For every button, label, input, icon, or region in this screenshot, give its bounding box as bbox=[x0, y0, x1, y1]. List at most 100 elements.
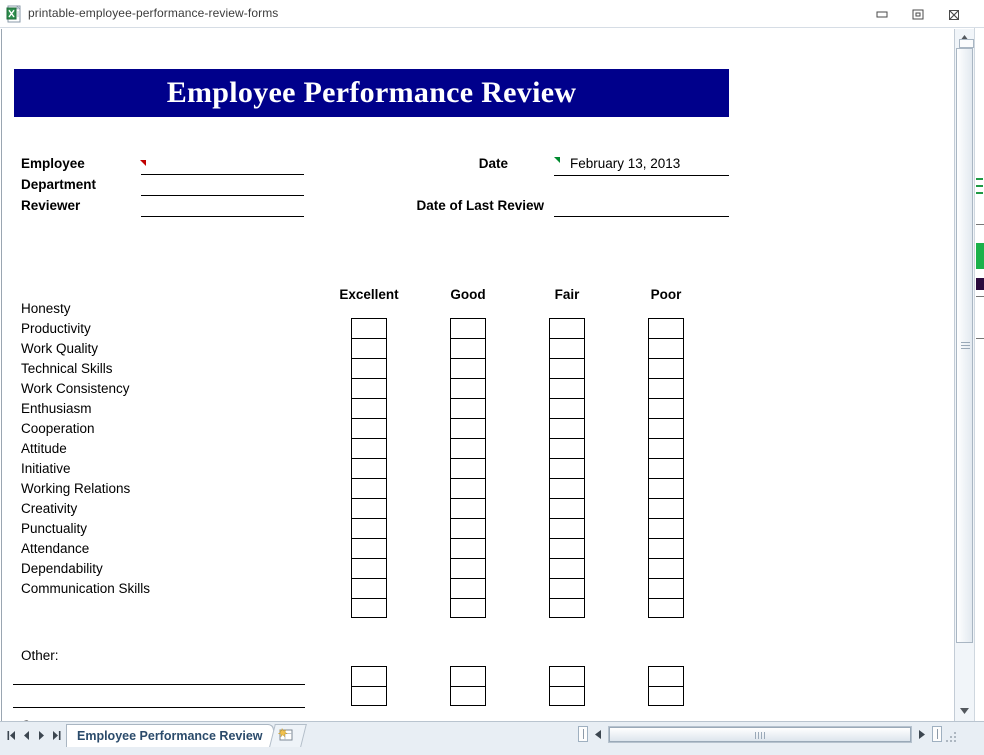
reviewer-input[interactable] bbox=[141, 216, 304, 217]
rating-checkbox[interactable] bbox=[451, 599, 485, 619]
rating-checkbox[interactable] bbox=[451, 459, 485, 479]
sheet-tab-employee-performance-review[interactable]: Employee Performance Review bbox=[66, 724, 274, 747]
horizontal-scrollbar[interactable] bbox=[578, 725, 960, 744]
rating-checkbox[interactable] bbox=[352, 579, 386, 599]
rating-checkbox[interactable] bbox=[649, 499, 683, 519]
close-button[interactable] bbox=[940, 4, 968, 24]
other-rating-column-good[interactable] bbox=[450, 666, 486, 706]
split-pane-handle-left[interactable] bbox=[578, 726, 588, 742]
rating-checkbox[interactable] bbox=[649, 519, 683, 539]
rating-checkbox[interactable] bbox=[649, 459, 683, 479]
rating-checkbox[interactable] bbox=[352, 359, 386, 379]
other-rating-column-fair[interactable] bbox=[549, 666, 585, 706]
next-sheet-icon[interactable] bbox=[35, 728, 48, 743]
rating-checkbox[interactable] bbox=[352, 399, 386, 419]
vertical-scrollbar[interactable] bbox=[954, 29, 974, 721]
rating-checkbox[interactable] bbox=[550, 459, 584, 479]
insert-worksheet-icon[interactable] bbox=[276, 727, 296, 743]
other-rating-column-excellent[interactable] bbox=[351, 666, 387, 706]
rating-checkbox[interactable] bbox=[649, 479, 683, 499]
rating-checkbox[interactable] bbox=[649, 379, 683, 399]
rating-checkbox[interactable] bbox=[451, 319, 485, 339]
rating-checkbox[interactable] bbox=[649, 399, 683, 419]
split-pane-handle[interactable] bbox=[959, 39, 974, 48]
rating-checkbox[interactable] bbox=[352, 559, 386, 579]
rating-checkbox[interactable] bbox=[352, 519, 386, 539]
rating-checkbox[interactable] bbox=[550, 479, 584, 499]
rating-checkbox[interactable] bbox=[352, 379, 386, 399]
rating-checkbox[interactable] bbox=[649, 687, 683, 707]
rating-checkbox[interactable] bbox=[451, 667, 485, 687]
rating-column-fair[interactable] bbox=[549, 318, 585, 618]
rating-checkbox[interactable] bbox=[451, 579, 485, 599]
rating-checkbox[interactable] bbox=[451, 419, 485, 439]
horizontal-scrollbar-track[interactable] bbox=[608, 726, 912, 743]
department-input[interactable] bbox=[141, 195, 304, 196]
rating-checkbox[interactable] bbox=[352, 459, 386, 479]
rating-checkbox[interactable] bbox=[550, 379, 584, 399]
employee-input[interactable] bbox=[141, 174, 304, 175]
rating-checkbox[interactable] bbox=[649, 667, 683, 687]
previous-sheet-icon[interactable] bbox=[20, 728, 33, 743]
rating-checkbox[interactable] bbox=[451, 379, 485, 399]
rating-checkbox[interactable] bbox=[451, 399, 485, 419]
rating-column-good[interactable] bbox=[450, 318, 486, 618]
first-sheet-icon[interactable] bbox=[5, 728, 18, 743]
rating-column-poor[interactable] bbox=[648, 318, 684, 618]
rating-checkbox[interactable] bbox=[451, 339, 485, 359]
last-sheet-icon[interactable] bbox=[50, 728, 63, 743]
rating-checkbox[interactable] bbox=[649, 599, 683, 619]
other-input-line-1[interactable] bbox=[13, 684, 305, 685]
rating-checkbox[interactable] bbox=[550, 667, 584, 687]
maximize-button[interactable] bbox=[904, 4, 932, 24]
rating-checkbox[interactable] bbox=[550, 687, 584, 707]
rating-checkbox[interactable] bbox=[550, 319, 584, 339]
rating-checkbox[interactable] bbox=[451, 559, 485, 579]
rating-checkbox[interactable] bbox=[451, 519, 485, 539]
rating-checkbox[interactable] bbox=[352, 599, 386, 619]
rating-checkbox[interactable] bbox=[649, 579, 683, 599]
rating-checkbox[interactable] bbox=[352, 687, 386, 707]
rating-column-excellent[interactable] bbox=[351, 318, 387, 618]
rating-checkbox[interactable] bbox=[550, 359, 584, 379]
rating-checkbox[interactable] bbox=[550, 399, 584, 419]
rating-checkbox[interactable] bbox=[649, 439, 683, 459]
horizontal-scrollbar-thumb[interactable] bbox=[609, 727, 911, 742]
date-input[interactable] bbox=[554, 175, 729, 176]
other-input-line-2[interactable] bbox=[13, 707, 305, 708]
rating-checkbox[interactable] bbox=[352, 319, 386, 339]
rating-checkbox[interactable] bbox=[352, 539, 386, 559]
rating-checkbox[interactable] bbox=[451, 499, 485, 519]
other-rating-column-poor[interactable] bbox=[648, 666, 684, 706]
rating-checkbox[interactable] bbox=[352, 667, 386, 687]
rating-checkbox[interactable] bbox=[649, 339, 683, 359]
scroll-right-icon[interactable] bbox=[914, 726, 930, 742]
rating-checkbox[interactable] bbox=[550, 519, 584, 539]
minimize-button[interactable] bbox=[868, 4, 896, 24]
date-of-last-review-input[interactable] bbox=[554, 216, 729, 217]
worksheet-canvas[interactable]: Employee Performance Review Employee Dep… bbox=[1, 29, 954, 721]
rating-checkbox[interactable] bbox=[550, 499, 584, 519]
split-pane-handle-right[interactable] bbox=[932, 726, 942, 742]
rating-checkbox[interactable] bbox=[550, 539, 584, 559]
rating-checkbox[interactable] bbox=[352, 479, 386, 499]
rating-checkbox[interactable] bbox=[649, 319, 683, 339]
resize-grip-icon[interactable] bbox=[946, 729, 958, 742]
rating-checkbox[interactable] bbox=[649, 539, 683, 559]
rating-checkbox[interactable] bbox=[550, 419, 584, 439]
rating-checkbox[interactable] bbox=[550, 599, 584, 619]
rating-checkbox[interactable] bbox=[352, 439, 386, 459]
rating-checkbox[interactable] bbox=[352, 419, 386, 439]
rating-checkbox[interactable] bbox=[352, 499, 386, 519]
rating-checkbox[interactable] bbox=[451, 439, 485, 459]
vertical-scrollbar-thumb[interactable] bbox=[956, 39, 974, 643]
rating-checkbox[interactable] bbox=[352, 339, 386, 359]
rating-checkbox[interactable] bbox=[550, 439, 584, 459]
rating-checkbox[interactable] bbox=[451, 479, 485, 499]
scroll-left-icon[interactable] bbox=[590, 726, 606, 742]
rating-checkbox[interactable] bbox=[649, 419, 683, 439]
rating-checkbox[interactable] bbox=[550, 339, 584, 359]
rating-checkbox[interactable] bbox=[550, 559, 584, 579]
rating-checkbox[interactable] bbox=[550, 579, 584, 599]
rating-checkbox[interactable] bbox=[649, 359, 683, 379]
